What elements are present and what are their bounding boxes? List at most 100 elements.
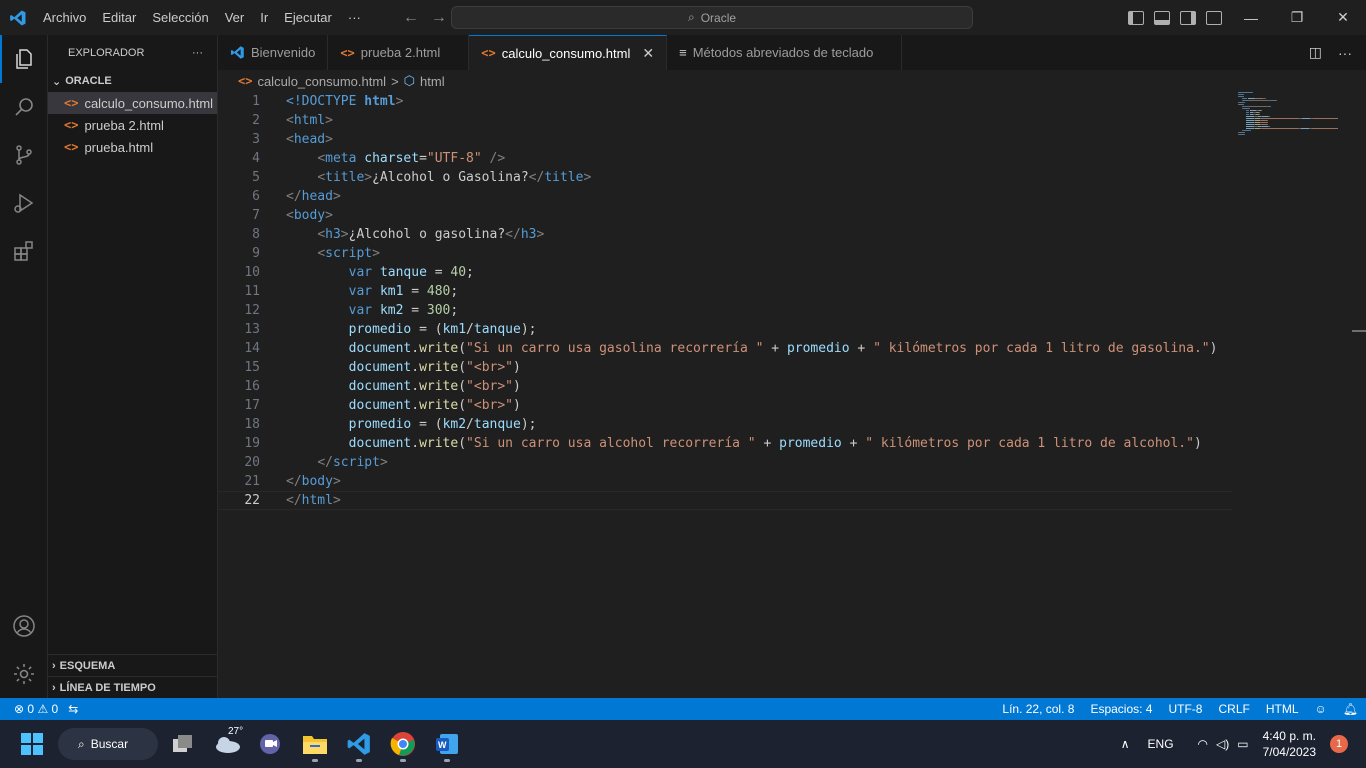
code-editor[interactable]: 1 <!DOCTYPE html> 2 <html> 3 <head> 4 <meta ch… xyxy=(218,92,1366,698)
code-line[interactable]: 8 <h3>¿Alcohol o gasolina?</h3> xyxy=(218,225,1232,244)
explorer-more-actions[interactable]: ··· xyxy=(192,47,203,59)
file-item[interactable]: <> calculo_consumo.html xyxy=(48,92,217,114)
weather-widget-icon[interactable]: 27° xyxy=(208,724,248,764)
code-line[interactable]: 6 </head> xyxy=(218,187,1232,206)
cursor-position[interactable]: Lín. 22, col. 8 xyxy=(994,702,1082,716)
settings-gear-icon[interactable] xyxy=(0,650,48,698)
code-text: var tanque = 40; xyxy=(348,265,474,280)
minimap-token xyxy=(1259,110,1261,111)
live-share-icon[interactable]: ⇆ xyxy=(68,702,78,716)
notifications-bell-icon[interactable]: 🔔︎ xyxy=(1335,702,1366,716)
close-tab-icon[interactable]: ✕ xyxy=(642,45,654,62)
back-arrow-icon[interactable]: ← xyxy=(403,9,419,27)
code-line[interactable]: 12 var km2 = 300; xyxy=(218,301,1232,320)
vscode-taskbar-icon[interactable] xyxy=(339,724,379,764)
task-view-icon[interactable] xyxy=(163,724,203,764)
code-line[interactable]: 15 document.write("<br>") xyxy=(218,358,1232,377)
search-sidebar-icon[interactable] xyxy=(0,83,48,131)
wifi-icon[interactable]: ◠ xyxy=(1198,737,1208,751)
teams-chat-icon[interactable] xyxy=(250,724,290,764)
input-language[interactable]: ENG xyxy=(1148,737,1174,751)
code-line[interactable]: 7 <body> xyxy=(218,206,1232,225)
indentation[interactable]: Espacios: 4 xyxy=(1082,702,1160,716)
code-line[interactable]: 17 document.write("<br>") xyxy=(218,396,1232,415)
toggle-panel-icon[interactable] xyxy=(1154,10,1170,25)
code-line[interactable]: 1 <!DOCTYPE html> xyxy=(218,92,1232,111)
menu-editar[interactable]: Editar xyxy=(94,10,144,25)
menu-ejecutar[interactable]: Ejecutar xyxy=(276,10,340,25)
end-of-line[interactable]: CRLF xyxy=(1210,702,1257,716)
code-line[interactable]: 10 var tanque = 40; xyxy=(218,263,1232,282)
command-center-search[interactable]: ⌕ Oracle xyxy=(451,6,973,29)
volume-icon[interactable]: ◁) xyxy=(1216,737,1229,751)
file-explorer-icon[interactable] xyxy=(295,724,335,764)
minimap-token xyxy=(1246,120,1254,121)
code-line[interactable]: 19 document.write("Si un carro usa alcoh… xyxy=(218,434,1232,453)
code-line[interactable]: 5 <title>¿Alcohol o Gasolina?</title> xyxy=(218,168,1232,187)
code-line[interactable]: 2 <html> xyxy=(218,111,1232,130)
minimize-button[interactable]: — xyxy=(1228,0,1274,35)
code-text: document.write("<br>") xyxy=(348,360,521,375)
code-line[interactable]: 20 </script> xyxy=(218,453,1232,472)
code-text: <script> xyxy=(317,246,380,261)
file-label: prueba.html xyxy=(84,139,154,155)
customize-layout-icon[interactable] xyxy=(1206,10,1222,25)
code-line[interactable]: 13 promedio = (km1/tanque); xyxy=(218,320,1232,339)
file-item[interactable]: <> prueba.html xyxy=(48,136,217,158)
run-debug-icon[interactable] xyxy=(0,179,48,227)
toggle-secondary-sidebar-icon[interactable] xyxy=(1180,10,1196,25)
toggle-primary-sidebar-icon[interactable] xyxy=(1128,10,1144,25)
menu-more[interactable]: ··· xyxy=(340,10,369,25)
menu-ir[interactable]: Ir xyxy=(252,10,276,25)
extensions-icon[interactable] xyxy=(0,227,48,275)
tab-keyboard-shortcuts[interactable]: ≡ Métodos abreviados de teclado xyxy=(667,35,903,70)
menu-seleccion[interactable]: Selección xyxy=(144,10,216,25)
accounts-icon[interactable] xyxy=(0,602,48,650)
split-editor-icon[interactable]: ◫ xyxy=(1309,44,1322,61)
code-line[interactable]: 4 <meta charset="UTF-8" /> xyxy=(218,149,1232,168)
code-line[interactable]: 22 </html> xyxy=(218,491,1232,510)
battery-icon[interactable]: ▭ xyxy=(1237,737,1248,751)
file-item[interactable]: <> prueba 2.html xyxy=(48,114,217,136)
timeline-section[interactable]: › LÍNEA DE TIEMPO xyxy=(48,676,217,698)
show-hidden-icons-chevron-icon[interactable]: ∧ xyxy=(1121,737,1130,751)
more-actions-icon[interactable]: ··· xyxy=(1338,45,1352,61)
notification-badge[interactable]: 1 xyxy=(1330,735,1348,753)
windows-start-icon[interactable] xyxy=(12,724,52,764)
code-line[interactable]: 3 <head> xyxy=(218,130,1232,149)
weather-temperature: 27° xyxy=(228,726,244,737)
folder-oracle[interactable]: ⌄ ORACLE xyxy=(48,70,217,92)
minimap-token xyxy=(1246,116,1254,117)
code-line[interactable]: 18 promedio = (km2/tanque); xyxy=(218,415,1232,434)
word-icon[interactable]: W xyxy=(427,724,467,764)
menu-archivo[interactable]: Archivo xyxy=(35,10,94,25)
source-control-icon[interactable] xyxy=(0,131,48,179)
code-line[interactable]: 14 document.write("Si un carro usa gasol… xyxy=(218,339,1232,358)
close-window-button[interactable]: ✕ xyxy=(1320,0,1366,35)
taskbar-clock[interactable]: 4:40 p. m. 7/04/2023 xyxy=(1263,728,1316,760)
explorer-icon[interactable] xyxy=(0,35,48,83)
language-mode[interactable]: HTML xyxy=(1258,702,1307,716)
problems-indicator[interactable]: ⊗ 0 ⚠ 0 xyxy=(14,702,58,716)
code-line[interactable]: 16 document.write("<br>") xyxy=(218,377,1232,396)
menu-ver[interactable]: Ver xyxy=(217,10,253,25)
forward-arrow-icon[interactable]: → xyxy=(431,9,447,27)
taskbar-search[interactable]: ⌕ Buscar xyxy=(58,728,158,760)
code-line[interactable]: 21 </body> xyxy=(218,472,1232,491)
encoding[interactable]: UTF-8 xyxy=(1160,702,1210,716)
outline-section[interactable]: › ESQUEMA xyxy=(48,654,217,676)
code-line[interactable]: 9 <script> xyxy=(218,244,1232,263)
tab-calculo-consumo[interactable]: <> calculo_consumo.html ✕ xyxy=(469,35,668,70)
chrome-icon[interactable] xyxy=(383,724,423,764)
minimap-token xyxy=(1260,118,1261,119)
restore-button[interactable]: ❐ xyxy=(1274,0,1320,35)
breadcrumb-symbol[interactable]: html xyxy=(420,74,445,89)
tab-bienvenido[interactable]: Bienvenido xyxy=(218,35,329,70)
minimap-token xyxy=(1248,92,1252,93)
breadcrumb-file[interactable]: calculo_consumo.html xyxy=(257,74,386,89)
minimap[interactable] xyxy=(1238,92,1338,142)
minimap-token xyxy=(1312,128,1338,129)
code-line[interactable]: 11 var km1 = 480; xyxy=(218,282,1232,301)
tab-prueba-2[interactable]: <> prueba 2.html xyxy=(328,35,470,70)
feedback-icon[interactable]: ☺ xyxy=(1307,702,1335,716)
